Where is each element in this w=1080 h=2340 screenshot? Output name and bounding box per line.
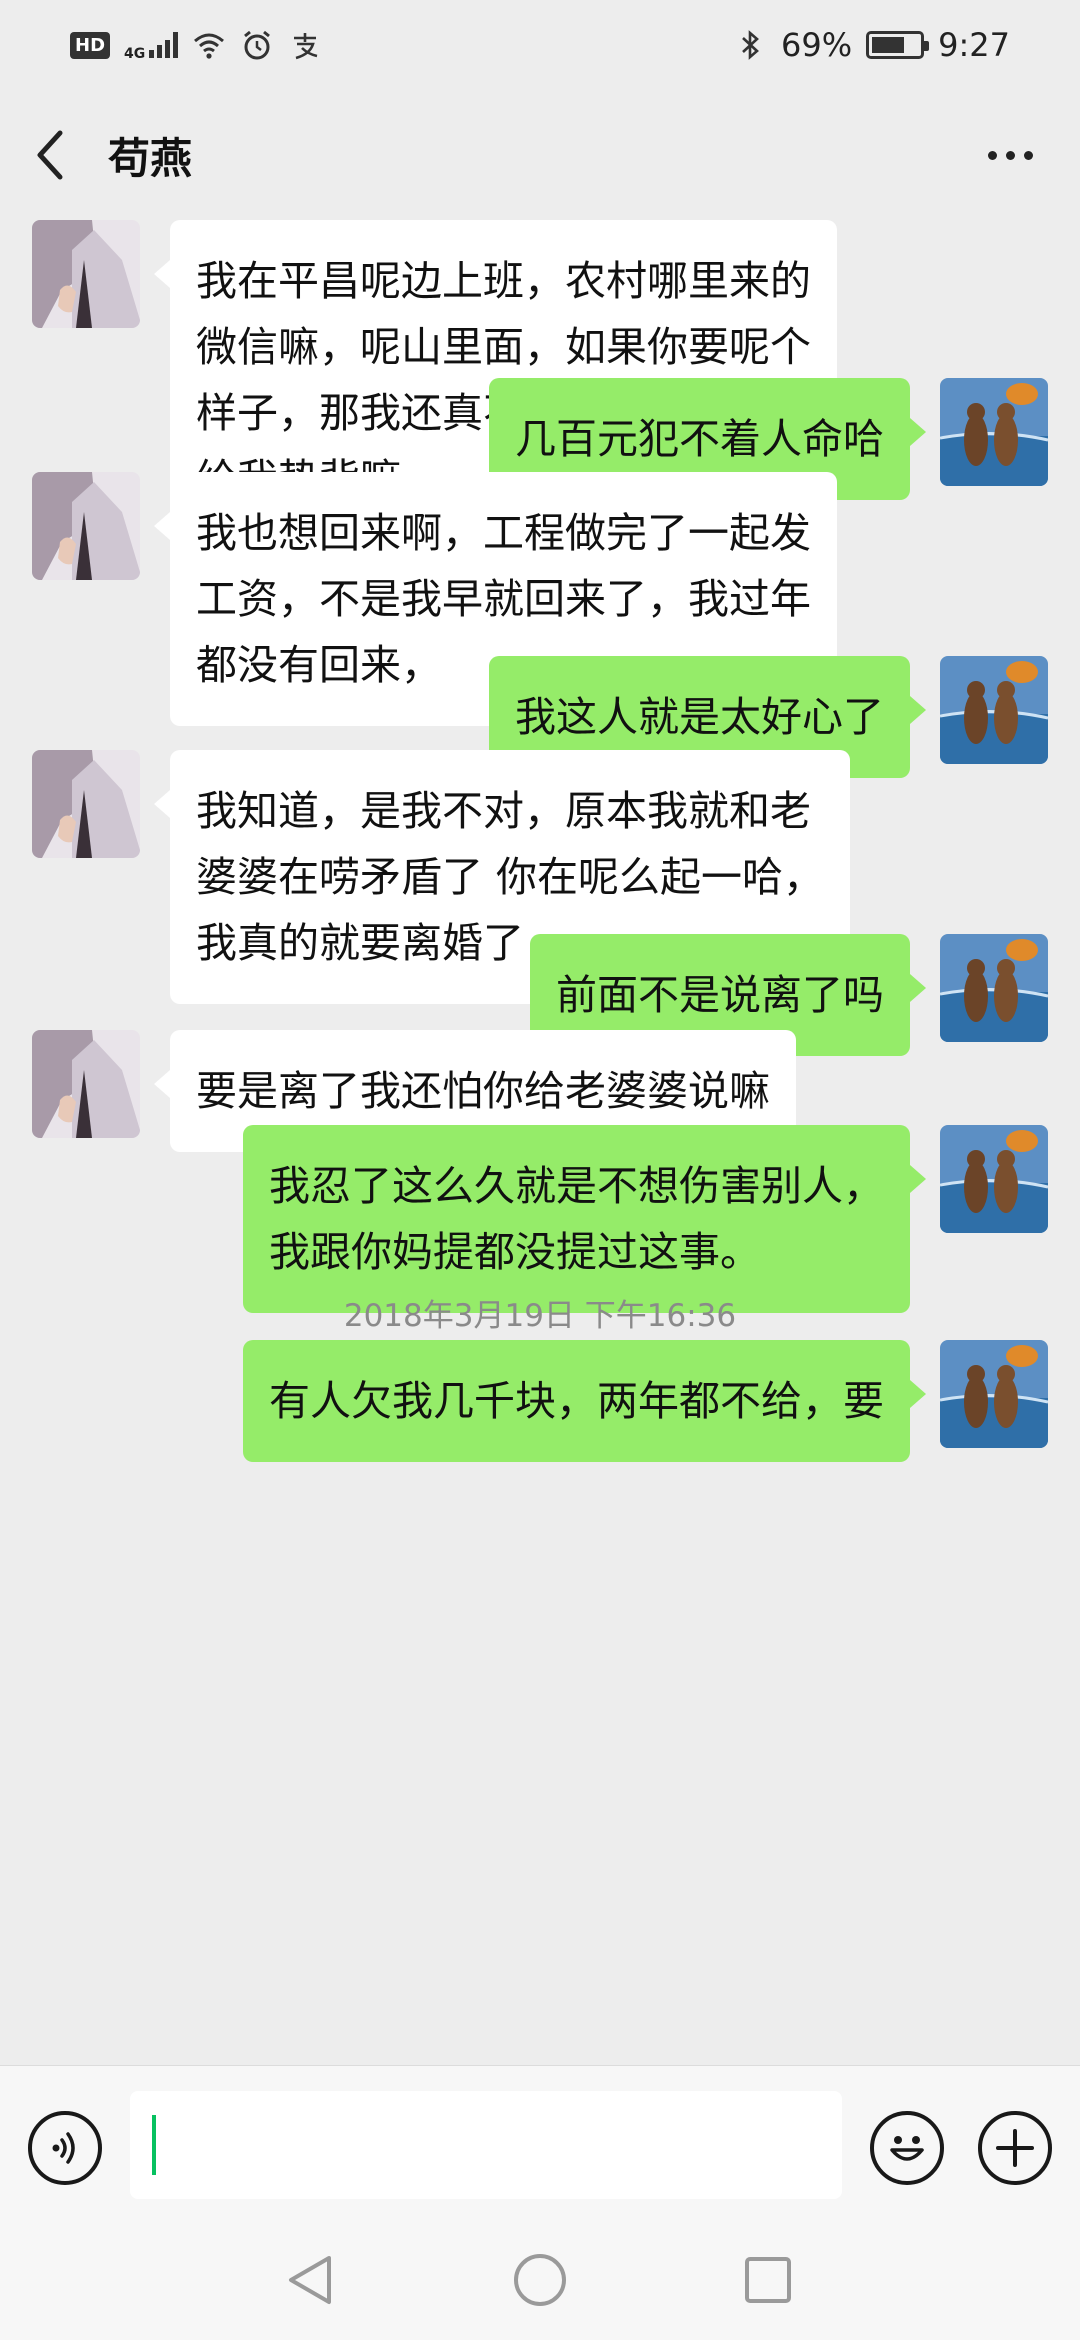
contact-avatar[interactable] <box>32 1030 140 1138</box>
message-bubble[interactable]: 我忍了这么久就是不想伤害别人， 我跟你妈提都没提过这事。 <box>243 1125 926 1313</box>
my-avatar[interactable] <box>940 656 1048 764</box>
nav-recents-icon <box>745 2257 791 2303</box>
nav-back-icon <box>289 2256 331 2304</box>
hd-badge: HD <box>70 31 111 59</box>
voice-icon <box>52 2132 75 2164</box>
contact-avatar[interactable] <box>32 750 140 858</box>
network-type: 4G <box>124 46 146 62</box>
text-caret <box>152 2115 156 2175</box>
more-button[interactable] <box>970 115 1050 195</box>
input-bar <box>0 2065 1080 2220</box>
voice-button[interactable] <box>28 2111 102 2185</box>
status-left: HD 4G <box>70 28 322 62</box>
bluetooth-icon <box>742 30 759 60</box>
signal-icon <box>149 32 179 58</box>
chat-title: 苟燕 <box>108 133 193 183</box>
nav-back-button[interactable] <box>280 2250 340 2310</box>
contact-avatar[interactable] <box>32 472 140 580</box>
wifi-icon <box>194 33 225 59</box>
battery-icon <box>866 31 930 59</box>
nav-home-button[interactable] <box>510 2250 570 2310</box>
system-nav-bar <box>0 2220 1080 2340</box>
back-button[interactable] <box>30 115 90 195</box>
plus-button[interactable] <box>978 2111 1052 2185</box>
clock: 9:27 <box>938 26 1010 64</box>
my-avatar[interactable] <box>940 1125 1048 1233</box>
chat-header: 苟燕 <box>0 90 1080 220</box>
emoji-button[interactable] <box>870 2111 944 2185</box>
status-right: 69% 9:27 <box>733 26 1010 64</box>
chevron-left-icon <box>37 130 63 180</box>
status-bar: HD 4G 69% 9:27 <box>0 0 1080 90</box>
message-list[interactable]: 我在平昌呢边上班，农村哪里来的 微信嘛，呢山里面，如果你要呢个 样子，那我还真不… <box>0 220 1080 2065</box>
alarm-icon <box>244 30 271 60</box>
my-avatar[interactable] <box>940 378 1048 486</box>
plus-icon <box>996 2129 1034 2167</box>
message-input[interactable] <box>130 2091 842 2199</box>
message-bubble[interactable]: 有人欠我几千块，两年都不给，要 <box>243 1340 926 1462</box>
battery-percent: 69% <box>781 26 853 64</box>
timestamp: 2018年3月19日 下午16:36 <box>343 1298 737 1334</box>
alipay-icon <box>294 33 318 60</box>
my-avatar[interactable] <box>940 1340 1048 1448</box>
emoji-icon <box>890 2136 924 2161</box>
contact-avatar[interactable] <box>32 220 140 328</box>
nav-home-icon <box>514 2254 566 2306</box>
battery-fill <box>872 37 904 53</box>
nav-recents-button[interactable] <box>738 2250 798 2310</box>
my-avatar[interactable] <box>940 934 1048 1042</box>
more-dots-icon <box>987 150 997 160</box>
